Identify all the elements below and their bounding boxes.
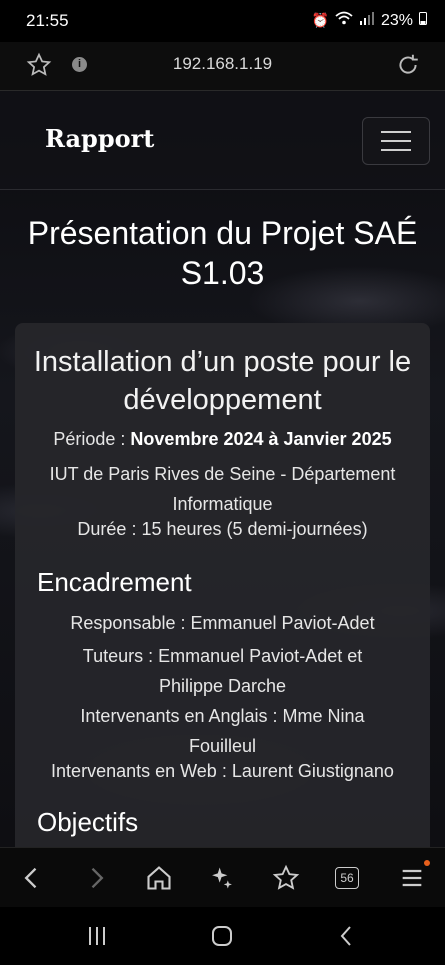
tuteurs-line: Tuteurs : Emmanuel Paviot-Adet et Philip…: [82, 646, 363, 696]
url-text[interactable]: 192.168.1.19: [0, 54, 445, 74]
encadrement-heading: Encadrement: [37, 567, 192, 597]
site-brand[interactable]: Rapport: [45, 124, 154, 153]
forward-icon[interactable]: [82, 864, 110, 892]
assistant-sparkle-icon[interactable]: [208, 864, 236, 892]
status-time: 21:55: [26, 11, 69, 30]
recent-apps-icon[interactable]: [86, 925, 108, 947]
system-back-icon[interactable]: [337, 925, 355, 947]
web-page: Rapport Présentation du Projet SAÉ S1.03…: [0, 91, 445, 847]
home-icon[interactable]: [145, 864, 173, 892]
hamburger-icon: [381, 131, 411, 133]
menu-toggle-button[interactable]: [362, 117, 430, 165]
project-card: Installation d’un poste pour le développ…: [15, 323, 430, 847]
periode-line: Période : Novembre 2024 à Janvier 2025: [15, 429, 430, 450]
duree-line: Durée : 15 heures (5 demi-journées): [77, 519, 368, 539]
objectifs-heading: Objectifs: [37, 807, 139, 837]
periode-label: Période :: [53, 429, 131, 449]
home-button-icon[interactable]: [210, 925, 234, 947]
menu-icon[interactable]: [398, 864, 426, 892]
notification-dot: [424, 860, 430, 866]
reload-icon[interactable]: [395, 52, 421, 78]
alarm-icon: ⏰: [311, 12, 329, 28]
periode-value: Novembre 2024 à Janvier 2025: [130, 429, 392, 449]
browser-bottom-bar: 56: [0, 847, 445, 908]
back-icon[interactable]: [18, 864, 46, 892]
institution-line: IUT de Paris Rives de Seine - Départemen…: [49, 464, 396, 514]
browser-url-bar: i 192.168.1.19: [0, 42, 445, 91]
status-bar: 21:55 ⏰ 23%: [0, 0, 445, 42]
status-icons: ⏰ 23%: [312, 11, 427, 30]
battery-icon: [419, 11, 427, 30]
tabs-count-button[interactable]: 56: [335, 867, 359, 889]
anglais-line: Intervenants en Anglais : Mme Nina Fouil…: [80, 706, 365, 756]
card-heading: Installation d’un poste pour le développ…: [33, 346, 412, 416]
responsable-line: Responsable : Emmanuel Paviot-Adet: [70, 613, 375, 633]
battery-percent: 23%: [380, 11, 413, 29]
page-title: Présentation du Projet SAÉ S1.03: [27, 215, 418, 291]
bookmarks-icon[interactable]: [272, 864, 300, 892]
system-nav-bar: [0, 907, 445, 965]
site-navbar: Rapport: [0, 91, 445, 190]
wifi-icon: [335, 11, 353, 30]
signal-icon: [359, 11, 375, 30]
web-line: Intervenants en Web : Laurent Giustignan…: [51, 761, 394, 781]
